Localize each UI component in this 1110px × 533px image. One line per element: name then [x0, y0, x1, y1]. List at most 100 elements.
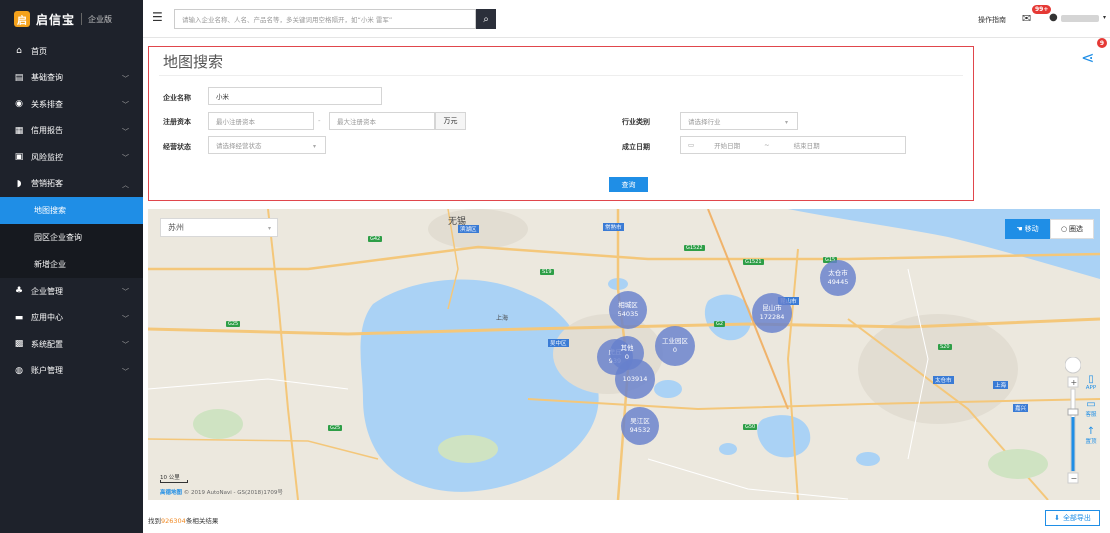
sidebar-item-label: 风险监控	[31, 152, 63, 162]
industry-placeholder: 请选择行业	[688, 118, 721, 126]
chevron-down-icon: ﹀	[122, 314, 129, 323]
capital-max-placeholder: 最大注册资本	[337, 118, 376, 126]
registered-capital-label: 注册资本	[163, 118, 191, 126]
cluster-name: 太仓市	[828, 269, 848, 278]
side-tool-button[interactable]: ▭ 客服	[1082, 399, 1100, 418]
capital-min-placeholder: 最小注册资本	[216, 118, 255, 126]
map-zoom-control[interactable]: + −	[1065, 357, 1081, 487]
result-suffix: 条相关结果	[185, 517, 219, 525]
home-icon: ⌂	[16, 46, 22, 57]
industry-select[interactable]: 请选择行业	[680, 112, 798, 130]
cluster-count: 94532	[629, 426, 651, 434]
map-cluster-marker[interactable]: 昆山市 172284	[752, 293, 792, 333]
company-name-value: 小米	[216, 93, 229, 101]
sidebar-subitem[interactable]: 新增企业	[0, 251, 143, 278]
capital-max-input[interactable]: 最大注册资本	[329, 112, 435, 130]
result-summary: 找到926304条相关结果	[148, 515, 218, 525]
mode-circle-label: 圈选	[1069, 225, 1084, 233]
road-tag: S20	[938, 344, 952, 350]
sidebar-item[interactable]: ◗ 营销拓客 ︿	[0, 171, 143, 198]
search-placeholder: 请输入企业名称、人名、产品名等，多关键词用空格隔开，如“小米 雷军”	[182, 16, 393, 24]
hand-icon: ☚	[1016, 225, 1023, 233]
cluster-name: 工业园区	[662, 337, 688, 346]
map-provider-logo: 高德地图	[160, 490, 183, 496]
search-form-panel: 地图搜索 企业名称 小米 注册资本 最小注册资本 - 最大注册资本 万元 行业类…	[148, 46, 974, 201]
road-tag: G25	[328, 425, 343, 431]
chevron-down-icon: ﹀	[122, 74, 129, 83]
query-button[interactable]: 查询	[609, 177, 648, 192]
sidebar-item[interactable]: ▩ 系统配置 ﹀	[0, 331, 143, 358]
map-poi-label: 嘉兴	[1013, 404, 1029, 412]
sidebar-item[interactable]: ◍ 账户管理 ﹀	[0, 358, 143, 385]
map-cluster-marker[interactable]: 工业园区 0	[655, 326, 695, 366]
sidebar-item[interactable]: ▦ 信用报告 ﹀	[0, 118, 143, 145]
clipboard-icon: ▤	[14, 72, 24, 83]
top-bar: ☰ 请输入企业名称、人名、产品名等，多关键词用空格隔开，如“小米 雷军” ⌕ 操…	[143, 0, 1110, 38]
global-search-input[interactable]: 请输入企业名称、人名、产品名等，多关键词用空格隔开，如“小米 雷军”	[174, 9, 476, 29]
sidebar-item[interactable]: ▣ 风险监控 ﹀	[0, 144, 143, 171]
guide-link[interactable]: 操作指南	[978, 15, 1006, 25]
map-scale-bar	[160, 480, 188, 483]
sidebar-item-label: 关系排查	[31, 99, 63, 109]
result-prefix: 找到	[148, 517, 161, 525]
map-cluster-marker[interactable]: 其他 0	[610, 336, 644, 370]
chevron-down-icon: ﹀	[122, 101, 129, 109]
date-end-placeholder: 结束日期	[793, 142, 820, 150]
chevron-down-icon[interactable]: ▾	[1103, 14, 1106, 21]
map-poi-label: 滨湖区	[458, 225, 479, 233]
cluster-name: 昆山市	[762, 304, 782, 313]
sidebar-item-label: 首页	[31, 46, 47, 56]
chevron-up-icon: ︿	[122, 180, 129, 189]
map-cluster-marker[interactable]: 相城区 54035	[609, 291, 647, 329]
sidebar-item[interactable]: ▬ 应用中心 ﹀	[0, 305, 143, 332]
map-copyright-text: © 2019 AutoNavi - GS(2018)1709号	[183, 490, 283, 496]
search-icon: ⌕	[483, 13, 489, 25]
map-view[interactable]: 苏州 ▾ 无锡 上海 滨湖区 常熟市 吴中区 太仓市 昆山市 上海 嘉兴 G42…	[148, 209, 1100, 500]
road-tag: G1521	[743, 259, 764, 265]
operating-status-select[interactable]: 请选择经营状态	[208, 136, 326, 154]
result-count: 926304	[161, 517, 186, 525]
road-tag: S19	[540, 269, 554, 275]
founded-date-range-input[interactable]: ▭ 开始日期 ~ 结束日期	[680, 136, 906, 154]
main-content: 地图搜索 企业名称 小米 注册资本 最小注册资本 - 最大注册资本 万元 行业类…	[143, 38, 1110, 533]
search-button[interactable]: ⌕	[476, 9, 496, 29]
side-tool-button[interactable]: ↑ 置顶	[1082, 426, 1100, 445]
company-name-input[interactable]: 小米	[208, 87, 382, 105]
sidebar-item[interactable]: ⌂ 首页	[0, 38, 143, 65]
calendar-icon: ▭	[688, 141, 695, 149]
chevron-down-icon: ▾	[268, 225, 272, 232]
user-icon[interactable]: ●	[1049, 12, 1058, 23]
sidebar-item[interactable]: ▤ 基础查询 ﹀	[0, 65, 143, 92]
map-mode-move-button[interactable]: ☚ 移动	[1005, 219, 1050, 239]
app-download-icon: ▯	[1088, 374, 1094, 385]
map-poi-label: 吴中区	[548, 339, 569, 347]
map-cluster-marker[interactable]: 太仓市 49445	[820, 260, 856, 296]
app-logo[interactable]: 启 启信宝 企业版	[0, 0, 143, 38]
map-mode-circle-button[interactable]: ○ 圈选	[1050, 219, 1094, 239]
logo-divider	[81, 13, 83, 25]
city-select[interactable]: 苏州	[160, 218, 278, 237]
chevron-down-icon: ﹀	[122, 341, 129, 349]
side-toolbar: ▯ APP ▭ 客服 ↑ 置顶	[1082, 374, 1100, 453]
share-icon[interactable]: ⋖	[1081, 48, 1094, 67]
cluster-name: 其他	[620, 344, 634, 353]
operating-status-label: 经营状态	[163, 143, 191, 151]
sidebar-subitem[interactable]: 地图搜索	[0, 197, 143, 224]
sidebar-item-label: 企业管理	[31, 286, 63, 296]
export-all-label: 全部导出	[1062, 514, 1091, 522]
mail-icon[interactable]: ✉	[1022, 12, 1031, 25]
user-name-redacted[interactable]	[1061, 15, 1099, 22]
map-town-label: 上海	[496, 315, 509, 322]
road-tag: G42	[368, 236, 383, 242]
export-all-button[interactable]: ⬇ 全部导出	[1045, 510, 1100, 526]
side-tool-button[interactable]: ▯ APP	[1082, 374, 1100, 391]
sidebar-subitem[interactable]: 园区企业查询	[0, 224, 143, 251]
road-tag: G2	[714, 321, 726, 327]
capital-min-input[interactable]: 最小注册资本	[208, 112, 314, 130]
chevron-down-icon: ﹀	[122, 127, 129, 136]
menu-toggle-icon[interactable]: ☰	[152, 11, 164, 23]
sidebar-item[interactable]: ♣ 企业管理 ﹀	[0, 278, 143, 305]
sidebar-item[interactable]: ◉ 关系排查 ﹀	[0, 91, 143, 118]
edition-label: 企业版	[88, 14, 113, 24]
map-cluster-marker[interactable]: 吴江区 94532	[621, 407, 659, 445]
